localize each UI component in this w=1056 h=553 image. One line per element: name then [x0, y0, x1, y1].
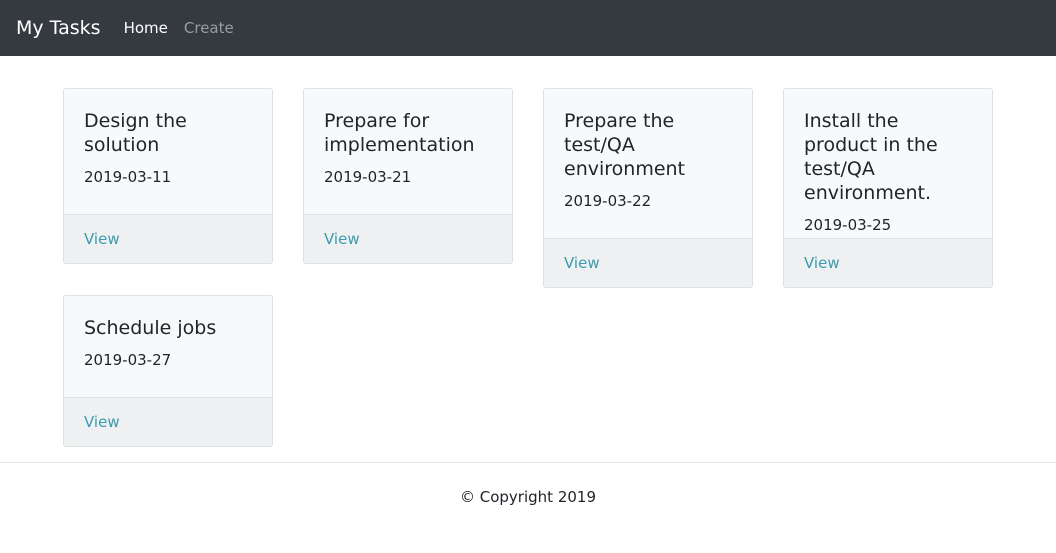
task-card: Schedule jobs 2019-03-27 View [63, 295, 273, 447]
card-body: Schedule jobs 2019-03-27 [64, 296, 272, 397]
task-title: Design the solution [84, 110, 187, 156]
card-footer: View [304, 214, 512, 263]
task-grid: Design the solution 2019-03-11 View Prep… [0, 56, 1056, 462]
view-task-link[interactable]: View [84, 230, 120, 248]
task-title: Install the product in the test/QA envir… [804, 110, 938, 204]
card-footer: View [544, 238, 752, 287]
card-footer: View [64, 214, 272, 263]
task-card: Prepare for implementation 2019-03-21 Vi… [303, 88, 513, 264]
card-body: Install the product in the test/QA envir… [784, 89, 992, 238]
task-card: Install the product in the test/QA envir… [783, 88, 993, 288]
brand-link[interactable]: My Tasks [16, 17, 101, 39]
card-footer: View [784, 238, 992, 287]
view-task-link[interactable]: View [324, 230, 360, 248]
nav-create-link[interactable]: Create [184, 19, 234, 37]
nav-home-link[interactable]: Home [124, 19, 168, 37]
task-title: Schedule jobs [84, 317, 217, 339]
page-footer: © Copyright 2019 [0, 488, 1056, 506]
footer-divider [0, 462, 1056, 463]
task-date: 2019-03-22 [564, 192, 652, 210]
task-date: 2019-03-11 [84, 168, 172, 186]
task-card: Prepare the test/QA environment 2019-03-… [543, 88, 753, 288]
view-task-link[interactable]: View [564, 254, 600, 272]
card-body: Prepare for implementation 2019-03-21 [304, 89, 512, 214]
task-date: 2019-03-25 [804, 216, 892, 234]
view-task-link[interactable]: View [84, 413, 120, 431]
task-title: Prepare for implementation [324, 110, 475, 156]
top-navbar: My Tasks Home Create [0, 0, 1056, 56]
task-date: 2019-03-21 [324, 168, 412, 186]
card-body: Prepare the test/QA environment 2019-03-… [544, 89, 752, 238]
task-card: Design the solution 2019-03-11 View [63, 88, 273, 264]
copyright-text: © Copyright 2019 [459, 488, 596, 506]
task-date: 2019-03-27 [84, 351, 172, 369]
card-body: Design the solution 2019-03-11 [64, 89, 272, 214]
task-title: Prepare the test/QA environment [564, 110, 686, 180]
view-task-link[interactable]: View [804, 254, 840, 272]
card-footer: View [64, 397, 272, 446]
